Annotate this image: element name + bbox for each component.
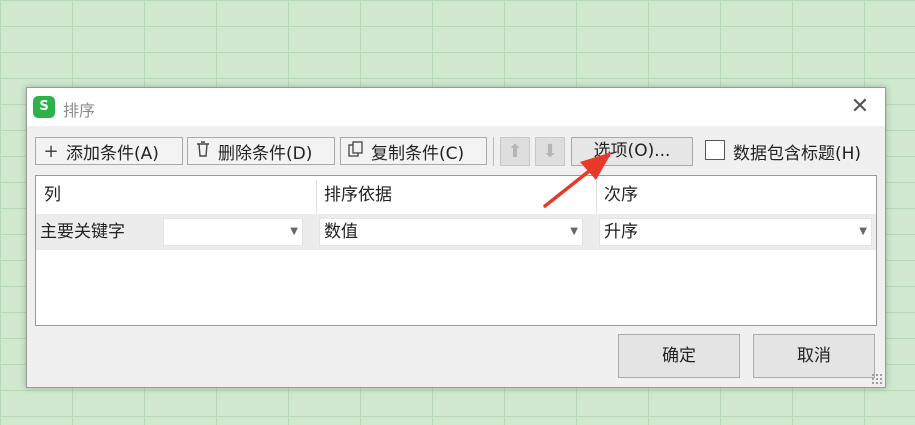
column-header-sort-by: 排序依据 <box>324 185 392 205</box>
delete-condition-label: 删除条件(D) <box>218 143 313 164</box>
column-select[interactable]: ▼ <box>163 218 303 246</box>
dialog-title: 排序 <box>63 101 96 120</box>
copy-condition-button[interactable]: 复制条件(C) <box>340 137 487 165</box>
order-value: 升序 <box>604 222 638 242</box>
copy-icon <box>345 140 367 162</box>
sort-by-value: 数值 <box>324 222 358 242</box>
toolbar-divider <box>493 137 494 166</box>
column-header-order: 次序 <box>604 185 638 205</box>
chevron-down-icon: ▼ <box>859 226 867 237</box>
primary-key-label: 主要关键字 <box>40 222 125 242</box>
resize-grip-icon[interactable] <box>871 373 883 385</box>
toolbar: + 添加条件(A) 删除条件(D) 复制条件(C) ⬆ ⬇ 选项(O)... 数… <box>35 137 877 167</box>
table-row[interactable]: 主要关键字 ▼ 数值 ▼ 升序 ▼ <box>36 214 876 250</box>
move-down-arrow-icon[interactable]: ⬇ <box>535 137 565 166</box>
ok-button[interactable]: 确定 <box>618 334 740 378</box>
cancel-button[interactable]: 取消 <box>753 334 875 378</box>
chevron-down-icon: ▼ <box>290 226 298 237</box>
chevron-down-icon: ▼ <box>570 226 578 237</box>
order-select[interactable]: 升序 ▼ <box>599 218 872 246</box>
delete-condition-button[interactable]: 删除条件(D) <box>187 137 335 165</box>
header-checkbox-label[interactable]: 数据包含标题(H) <box>733 139 861 164</box>
title-bar[interactable]: S 排序 ✕ <box>27 88 885 126</box>
column-header-column: 列 <box>44 185 61 205</box>
sort-dialog: S 排序 ✕ + 添加条件(A) 删除条件(D) 复制条件(C) ⬆ ⬇ 选项(… <box>26 87 886 388</box>
header-checkbox[interactable] <box>705 140 725 160</box>
trash-icon <box>192 140 214 162</box>
options-button[interactable]: 选项(O)... <box>571 137 693 166</box>
close-icon[interactable]: ✕ <box>847 94 873 120</box>
move-up-arrow-icon[interactable]: ⬆ <box>500 137 530 166</box>
app-logo-icon: S <box>33 96 55 118</box>
add-condition-label: 添加条件(A) <box>66 143 159 164</box>
sort-conditions-table: 列 排序依据 次序 主要关键字 ▼ 数值 ▼ 升序 ▼ <box>35 175 877 326</box>
plus-icon: + <box>43 140 59 162</box>
copy-condition-label: 复制条件(C) <box>371 143 465 164</box>
sort-by-select[interactable]: 数值 ▼ <box>319 218 583 246</box>
add-condition-button[interactable]: + 添加条件(A) <box>35 137 183 165</box>
